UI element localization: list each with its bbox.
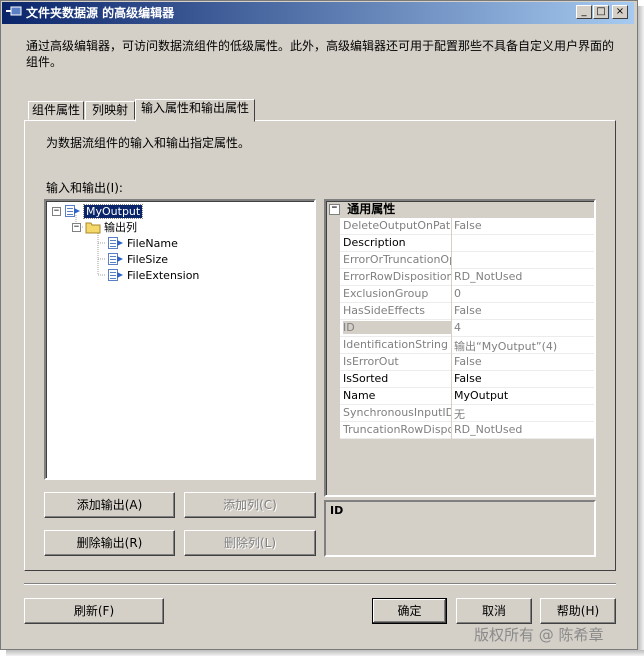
tab-input-output-properties[interactable]: 输入属性和输出属性 [135, 99, 255, 122]
tab-component-properties[interactable]: 组件属性 [28, 101, 84, 120]
ok-button[interactable]: 确定 [372, 598, 447, 624]
copyright-watermark: 版权所有 @ 陈希章 [474, 626, 604, 644]
editor-description: 通过高级编辑器，可访问数据流组件的低级属性。此外，高级编辑器还可用于配置那些不具… [26, 39, 615, 69]
footer-divider [24, 583, 616, 585]
tab-column-mappings[interactable]: 列映射 [85, 101, 135, 120]
window-shadow-right [638, 6, 644, 656]
cancel-button[interactable]: 取消 [456, 598, 532, 624]
help-button[interactable]: 帮助(H) [540, 598, 616, 624]
refresh-button[interactable]: 刷新(F) [24, 598, 164, 624]
window-shadow-bottom [6, 650, 644, 656]
dataflow-component-icon [6, 6, 22, 16]
close-button[interactable]: × [612, 5, 628, 19]
maximize-button[interactable]: □ [593, 5, 609, 19]
minimize-button[interactable]: _ [576, 5, 592, 19]
tab-panel [24, 120, 616, 571]
window-title: 文件夹数据源 的高级编辑器 [26, 6, 175, 20]
